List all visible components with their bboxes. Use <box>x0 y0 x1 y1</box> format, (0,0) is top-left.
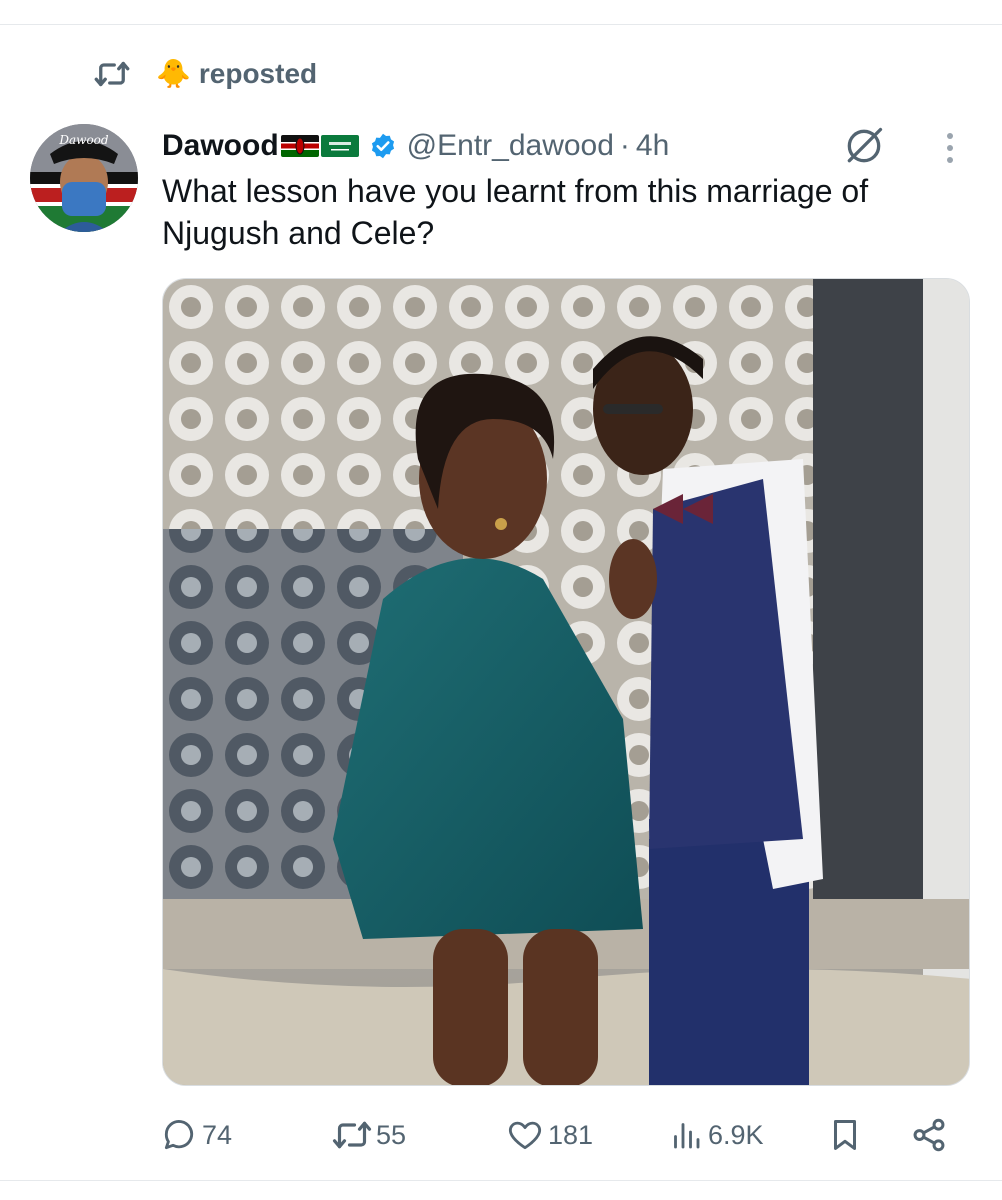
saudi-flag-icon <box>320 135 359 157</box>
views-icon <box>674 1123 700 1149</box>
more-options-button[interactable] <box>930 124 970 172</box>
heart-icon <box>508 1121 542 1150</box>
views-count: 6.9K <box>708 1119 764 1150</box>
repost-label: reposted <box>198 58 318 89</box>
tweet-header: Dawood @Entr_dawood · 4h <box>162 124 669 168</box>
tweet-photo[interactable] <box>162 278 970 1086</box>
reply-button[interactable]: 74 <box>160 1112 232 1158</box>
bookmark-button[interactable] <box>826 1112 864 1158</box>
repost-icon <box>92 54 132 94</box>
author-name[interactable]: Dawood <box>162 129 279 163</box>
like-count: 181 <box>548 1119 594 1150</box>
tweet-actions: 74 55 181 6.9K <box>160 1112 960 1158</box>
header-separator: · <box>619 129 630 162</box>
share-icon <box>913 1118 945 1152</box>
tweet-text: What lesson have you learnt from this ma… <box>162 173 869 251</box>
avatar-cap-text: Dawood <box>58 133 108 147</box>
repost-icon <box>332 1121 372 1149</box>
bottom-divider <box>0 1180 1002 1181</box>
share-button[interactable] <box>910 1112 948 1158</box>
like-button[interactable]: 181 <box>506 1112 593 1158</box>
bookmark-icon <box>833 1120 857 1150</box>
grok-button[interactable] <box>838 120 890 172</box>
avatar[interactable]: Dawood <box>30 124 138 232</box>
tweet-timestamp[interactable]: 4h <box>636 129 669 163</box>
views-button[interactable]: 6.9K <box>668 1112 764 1158</box>
top-divider <box>0 24 1002 25</box>
kenya-flag-icon <box>280 135 319 157</box>
author-handle[interactable]: @Entr_dawood <box>407 129 614 163</box>
more-dots-icon <box>947 133 953 163</box>
reply-count: 74 <box>202 1119 233 1150</box>
grok-icon <box>847 127 883 163</box>
chick-emoji: 🐥 <box>156 58 191 89</box>
repost-button[interactable]: 55 <box>332 1112 406 1158</box>
repost-count: 55 <box>376 1119 407 1150</box>
verified-badge-icon <box>369 132 397 160</box>
repost-context[interactable]: 🐥 reposted <box>92 54 317 94</box>
reply-icon <box>164 1120 194 1150</box>
